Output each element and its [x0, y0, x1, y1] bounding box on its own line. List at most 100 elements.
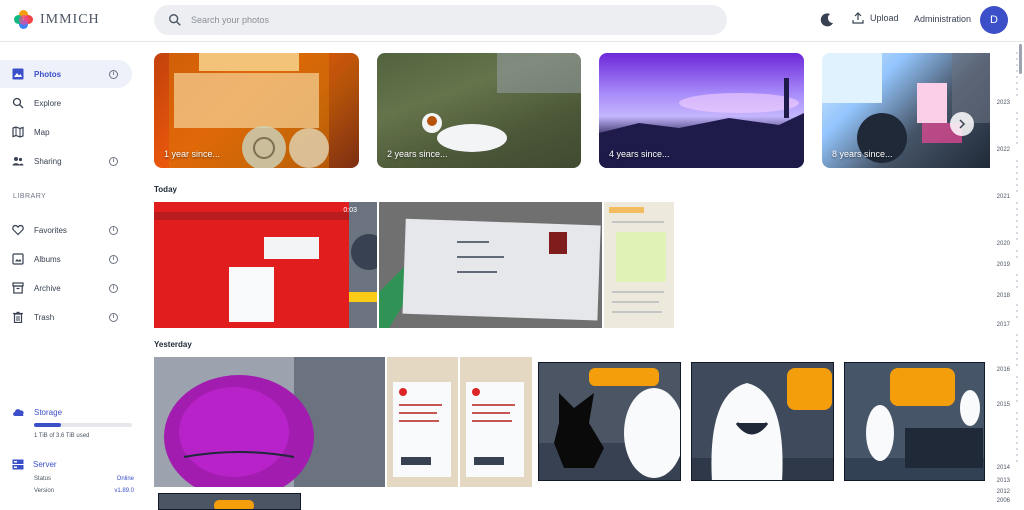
timeline-year-label[interactable]: 2013: [997, 478, 1010, 484]
search-icon: [12, 97, 24, 109]
map-icon: [12, 126, 24, 138]
scrollbar-thumb[interactable]: [1019, 44, 1022, 74]
timeline-month-dot: [1016, 124, 1018, 126]
timeline-year-label[interactable]: 2017: [997, 322, 1010, 328]
immich-logo-icon: [14, 10, 34, 30]
info-icon[interactable]: i: [109, 156, 118, 166]
memory-card[interactable]: 1 year since...: [154, 53, 359, 168]
timeline-month-dot: [1016, 76, 1018, 78]
timeline-month-dot: [1016, 256, 1018, 258]
search-bar[interactable]: [154, 5, 727, 35]
memory-card[interactable]: 8 years since...: [822, 53, 990, 168]
timeline-month-dot: [1016, 250, 1018, 252]
administration-link[interactable]: Administration: [914, 14, 971, 24]
timeline-year-label[interactable]: 2021: [997, 194, 1010, 200]
info-icon[interactable]: i: [109, 283, 118, 293]
timeline-month-dot: [1016, 340, 1018, 342]
people-icon: [12, 157, 24, 166]
timeline-month-dot: [1016, 364, 1018, 366]
sidebar-item-favorites[interactable]: Favorites i: [0, 216, 132, 244]
sidebar-item-photos[interactable]: Photos i: [0, 60, 132, 88]
timeline-year-label[interactable]: 2016: [997, 367, 1010, 373]
timeline-month-dot: [1016, 160, 1018, 162]
timeline-year-label[interactable]: 2023: [997, 100, 1010, 106]
timeline-year-label[interactable]: 2019: [997, 262, 1010, 268]
timeline-year-label[interactable]: 2012: [997, 489, 1010, 495]
timeline-month-dot: [1016, 112, 1018, 114]
memories-next-button[interactable]: [950, 112, 974, 136]
photo-thumbnail[interactable]: [844, 362, 985, 481]
memory-card[interactable]: 2 years since...: [377, 53, 581, 168]
timeline-month-dot: [1016, 82, 1018, 84]
sidebar-item-sharing[interactable]: Sharing i: [0, 147, 132, 175]
server-version-value[interactable]: v1.89.0: [114, 488, 134, 494]
sidebar-item-trash[interactable]: Trash i: [0, 303, 132, 331]
thumbnail-image: [604, 202, 674, 328]
timeline-month-dot: [1016, 178, 1018, 180]
timeline-month-dot: [1016, 226, 1018, 228]
server-widget: Server Status Online Version v1.89.0: [12, 459, 134, 494]
timeline-month-dot: [1016, 220, 1018, 222]
upload-label: Upload: [870, 13, 899, 23]
timeline-year-label[interactable]: 2015: [997, 402, 1010, 408]
timeline-month-dot: [1016, 58, 1018, 60]
memory-card[interactable]: 4 years since...: [599, 53, 804, 168]
sidebar: Photos i Explore Map Sharing i LIBRARY F…: [0, 42, 140, 510]
storage-used-text: 1 TiB of 3.6 TiB used: [34, 433, 90, 439]
timeline-month-dot: [1016, 316, 1018, 318]
sidebar-item-label: Archive: [34, 283, 61, 293]
photo-thumbnail[interactable]: [158, 493, 301, 510]
dark-mode-toggle-icon[interactable]: [818, 11, 836, 29]
timeline-month-dot: [1016, 448, 1018, 450]
timeline-month-dot: [1016, 418, 1018, 420]
thumbnail-image: [539, 363, 680, 480]
timeline-month-dot: [1016, 424, 1018, 426]
sidebar-item-albums[interactable]: Albums i: [0, 245, 132, 273]
photo-thumbnail[interactable]: [379, 202, 602, 328]
app-name: IMMICH: [40, 12, 100, 27]
photo-thumbnail[interactable]: [154, 357, 385, 487]
timeline-month-dot: [1016, 382, 1018, 384]
timeline-scrubber[interactable]: 2023 2022 2021 2020 2019 2018 2017 2016 2015 2014…: [988, 42, 1024, 510]
app-logo[interactable]: IMMICH: [14, 10, 100, 30]
sidebar-item-map[interactable]: Map: [0, 118, 132, 146]
timeline-month-dot: [1016, 430, 1018, 432]
photo-thumbnail[interactable]: [538, 362, 681, 481]
timeline-month-dot: [1016, 130, 1018, 132]
timeline-year-label[interactable]: 2006: [997, 498, 1010, 504]
sidebar-item-explore[interactable]: Explore: [0, 89, 132, 117]
video-duration: 0:03: [343, 207, 357, 214]
timeline-year-label[interactable]: 2022: [997, 147, 1010, 153]
timeline-year-label[interactable]: 2018: [997, 293, 1010, 299]
thumbnail-image: [845, 363, 984, 480]
sidebar-item-label: Favorites: [34, 225, 67, 235]
server-status-value: Online: [116, 476, 134, 482]
photo-thumbnail[interactable]: [691, 362, 834, 481]
search-icon: [169, 14, 181, 26]
photo-thumbnail[interactable]: [387, 357, 458, 487]
search-input[interactable]: [191, 15, 691, 25]
info-icon[interactable]: i: [109, 69, 118, 79]
sidebar-item-label: Explore: [34, 98, 62, 108]
sidebar-item-archive[interactable]: Archive i: [0, 274, 132, 302]
storage-progress-bar: [34, 423, 132, 427]
server-title: Server: [33, 460, 57, 469]
photo-thumbnail[interactable]: 0:03: [154, 202, 377, 328]
info-icon[interactable]: i: [109, 312, 118, 322]
memory-label: 2 years since...: [387, 149, 448, 159]
timeline-month-dot: [1016, 334, 1018, 336]
upload-icon: [852, 12, 864, 24]
timeline-year-label[interactable]: 2014: [997, 465, 1010, 471]
timeline-year-label[interactable]: 2020: [997, 241, 1010, 247]
photo-thumbnail[interactable]: [604, 202, 674, 328]
info-icon[interactable]: i: [109, 225, 118, 235]
upload-button[interactable]: Upload: [852, 12, 899, 24]
timeline-month-dot: [1016, 454, 1018, 456]
thumbnail-image: [154, 357, 385, 487]
photo-thumbnail[interactable]: [460, 357, 532, 487]
timeline-month-dot: [1016, 142, 1018, 144]
info-icon[interactable]: i: [109, 254, 118, 264]
timeline-month-dot: [1016, 442, 1018, 444]
timeline-month-dot: [1016, 304, 1018, 306]
user-avatar[interactable]: D: [980, 6, 1008, 34]
